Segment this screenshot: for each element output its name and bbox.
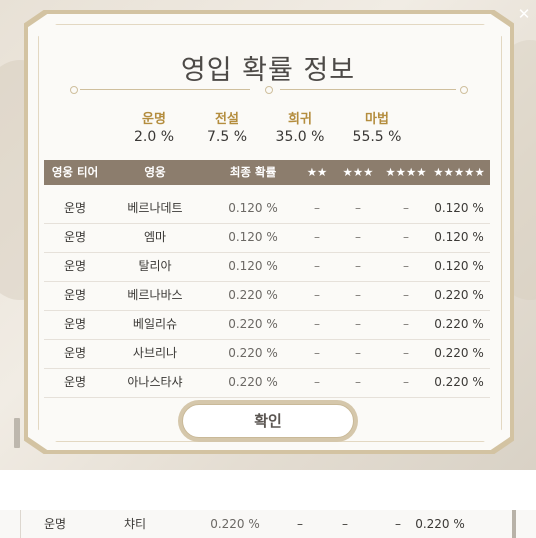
cell-3star: – [355, 201, 361, 215]
cell-4star: – [403, 288, 409, 302]
cell-2star: – [314, 288, 320, 302]
cell-3star: – [355, 288, 361, 302]
table-row: 운명 베르나바스 0.220 % – – – 0.220 % [44, 281, 490, 311]
cell-4star: – [403, 346, 409, 360]
table-row: 운명 엠마 0.120 % – – – 0.120 % [44, 223, 490, 253]
cell-5star: 0.220 % [434, 288, 484, 302]
cell-final-prob: 0.120 % [228, 230, 278, 244]
summary-value: 55.5 % [352, 129, 402, 145]
title-ornament [70, 84, 468, 96]
cell-5star: 0.120 % [434, 230, 484, 244]
table-row: 운명 사브리나 0.220 % – – – 0.220 % [44, 339, 490, 369]
cell-tier: 운명 [63, 259, 87, 273]
cell-hero: 베일리슈 [132, 317, 178, 331]
cell-final-prob: 0.120 % [228, 259, 278, 273]
cell-final-prob: 0.220 % [228, 288, 278, 302]
summary-label: 전설 [215, 112, 239, 127]
cell-2star: – [297, 517, 303, 531]
cell-tier: 운명 [63, 230, 87, 244]
summary-label: 운명 [142, 112, 166, 127]
header-final-prob: 최종 확률 [229, 165, 277, 179]
table-row: 운명 아나스타샤 0.220 % – – – 0.220 % [44, 368, 490, 398]
summary-value: 7.5 % [206, 129, 248, 145]
header-3star: ★★★ [342, 165, 374, 179]
cell-hero: 아나스타샤 [127, 375, 183, 389]
header-tier: 영웅 티어 [51, 165, 99, 179]
separator-gap [0, 470, 536, 510]
cell-tier: 운명 [63, 201, 87, 215]
cell-3star: – [355, 375, 361, 389]
cell-4star: – [403, 230, 409, 244]
cell-final-prob: 0.220 % [228, 375, 278, 389]
cell-3star: – [342, 517, 348, 531]
cell-hero: 베르나데트 [127, 201, 183, 215]
close-icon[interactable]: ✕ [516, 6, 532, 22]
table-row: 운명 베일리슈 0.220 % – – – 0.220 % [44, 310, 490, 340]
cell-final-prob: 0.120 % [228, 201, 278, 215]
scroll-handle[interactable] [14, 418, 20, 448]
cell-tier: 운명 [63, 346, 87, 360]
table-row: 운명 베르나데트 0.120 % – – – 0.120 % [44, 194, 490, 224]
cell-2star: – [314, 230, 320, 244]
cell-2star: – [314, 375, 320, 389]
summary-item: 마법 55.5 % [342, 112, 412, 146]
summary-item: 희귀 35.0 % [265, 112, 335, 146]
table-row: 운명 탈리아 0.120 % – – – 0.120 % [44, 252, 490, 282]
cell-hero: 베르나바스 [127, 288, 183, 302]
cell-hero: 탈리아 [138, 259, 172, 273]
summary-value: 2.0 % [133, 129, 175, 145]
cell-5star: 0.220 % [434, 317, 484, 331]
cell-5star: 0.120 % [434, 201, 484, 215]
tier-summary: 운명 2.0 % 전설 7.5 % 희귀 35.0 % 마법 55.5 % [0, 112, 536, 152]
cell-tier: 운명 [43, 517, 67, 531]
cell-3star: – [355, 346, 361, 360]
cell-3star: – [355, 259, 361, 273]
cell-4star: – [403, 375, 409, 389]
table-header: 영웅 티어 영웅 최종 확률 ★★ ★★★ ★★★★ ★★★★★ [44, 160, 490, 185]
table-row: 운명 챠티 0.220 % – – – 0.220 % [0, 510, 536, 538]
header-2star: ★★ [306, 165, 328, 179]
summary-item: 운명 2.0 % [119, 112, 189, 146]
cell-2star: – [314, 346, 320, 360]
cell-final-prob: 0.220 % [210, 517, 260, 531]
summary-label: 희귀 [288, 112, 312, 127]
cell-hero: 사브리나 [132, 346, 178, 360]
cell-2star: – [314, 201, 320, 215]
cell-5star: 0.120 % [434, 259, 484, 273]
summary-item: 전설 7.5 % [192, 112, 262, 146]
dialog-title: 영입 확률 정보 [180, 55, 356, 86]
header-4star: ★★★★ [385, 165, 427, 179]
cell-4star: – [403, 317, 409, 331]
cell-hero: 챠티 [123, 517, 147, 531]
summary-label: 마법 [365, 112, 389, 127]
cell-4star: – [403, 259, 409, 273]
cell-3star: – [355, 230, 361, 244]
cell-hero: 엠마 [143, 230, 167, 244]
cell-2star: – [314, 259, 320, 273]
cell-final-prob: 0.220 % [228, 317, 278, 331]
scroll-bar[interactable] [512, 510, 516, 538]
header-5star: ★★★★★ [433, 165, 485, 179]
cell-5star: 0.220 % [415, 517, 465, 531]
summary-value: 35.0 % [275, 129, 325, 145]
cell-tier: 운명 [63, 375, 87, 389]
confirm-button[interactable]: 확인 [182, 404, 354, 438]
header-hero: 영웅 [144, 165, 166, 179]
cell-2star: – [314, 317, 320, 331]
cell-5star: 0.220 % [434, 346, 484, 360]
cell-4star: – [403, 201, 409, 215]
cell-tier: 운명 [63, 317, 87, 331]
cell-final-prob: 0.220 % [228, 346, 278, 360]
row-divider [20, 510, 21, 538]
cell-tier: 운명 [63, 288, 87, 302]
cell-3star: – [355, 317, 361, 331]
cell-5star: 0.220 % [434, 375, 484, 389]
